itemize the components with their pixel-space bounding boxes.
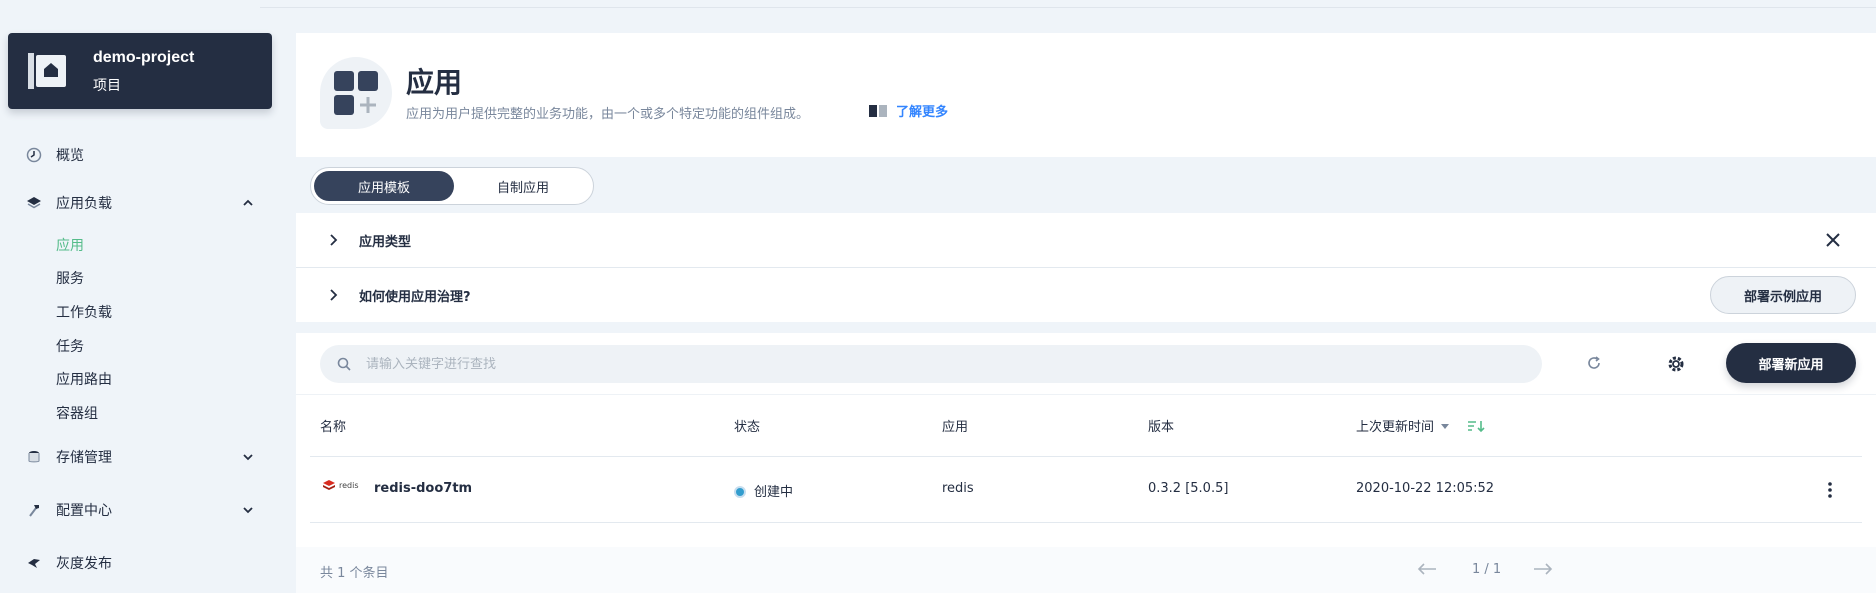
sidebar-item-label: 灰度发布	[56, 556, 112, 572]
column-header-label: 上次更新时间	[1356, 420, 1435, 435]
tab-group: 应用模板 自制应用	[310, 167, 594, 205]
bird-icon	[24, 553, 44, 573]
sidebar-item-workloads[interactable]: 应用负载	[24, 191, 256, 215]
sidebar-item-label: 应用负载	[56, 196, 112, 212]
sidebar-item-label: 配置中心	[56, 503, 112, 519]
chevron-up-icon[interactable]	[240, 195, 256, 211]
sidebar-sub-jobs[interactable]: 任务	[56, 336, 84, 356]
sidebar-item-gray-release[interactable]: 灰度发布	[24, 551, 256, 575]
chevron-down-icon[interactable]	[240, 502, 256, 518]
column-header-app[interactable]: 应用	[942, 416, 968, 435]
caret-down-icon	[1441, 423, 1450, 429]
chevron-right-icon	[330, 234, 338, 246]
app-name-link[interactable]: redis-doo7tm	[374, 481, 472, 496]
search-icon	[337, 357, 351, 371]
sort-descending-icon[interactable]	[1466, 418, 1486, 434]
database-icon	[24, 447, 44, 467]
book-icon	[869, 104, 887, 117]
sidebar-item-overview[interactable]: 概览	[24, 143, 256, 167]
collapse-label: 应用类型	[359, 235, 412, 250]
tab-custom-apps[interactable]: 自制应用	[454, 171, 592, 201]
overview-icon	[24, 145, 44, 165]
project-subtitle: 项目	[93, 77, 121, 93]
search-box[interactable]	[320, 345, 1542, 383]
close-icon[interactable]	[1824, 231, 1842, 249]
redis-logo-text: redis	[339, 480, 359, 490]
redis-icon	[323, 480, 335, 490]
layers-icon	[24, 193, 44, 213]
list-toolbar: 部署新应用	[296, 333, 1876, 395]
tab-app-templates[interactable]: 应用模板	[314, 171, 454, 201]
status-cell: 创建中	[734, 481, 793, 500]
deploy-new-app-button[interactable]: 部署新应用	[1726, 343, 1856, 383]
app-list-panel: 部署新应用 名称 状态 应用 版本 上次更新时间 redis redis-doo…	[296, 333, 1876, 593]
page-banner: 应用 应用为用户提供完整的业务功能，由一个或多个特定功能的组件组成。 了解更多	[296, 33, 1876, 157]
sidebar-sub-workloads[interactable]: 工作负载	[56, 302, 112, 322]
deploy-sample-app-button[interactable]: 部署示例应用	[1710, 276, 1856, 314]
column-header-updated[interactable]: 上次更新时间	[1356, 416, 1486, 435]
sidebar-sub-pods[interactable]: 容器组	[56, 403, 98, 423]
page-indicator: 1 / 1	[1472, 562, 1502, 577]
sidebar-item-config[interactable]: 配置中心	[24, 498, 256, 522]
search-input[interactable]	[366, 356, 1466, 372]
updated-cell: 2020-10-22 12:05:52	[1356, 481, 1495, 496]
more-vertical-icon[interactable]	[1822, 481, 1838, 499]
refresh-icon[interactable]	[1585, 354, 1603, 372]
redis-logo: redis	[322, 479, 359, 491]
total-count: 共 1 个条目	[320, 566, 389, 581]
learn-more-link[interactable]: 了解更多	[868, 101, 948, 120]
arrow-right-icon[interactable]	[1532, 561, 1554, 577]
table-row[interactable]: redis redis-doo7tm 创建中 redis 0.3.2 [5.0.…	[310, 457, 1862, 523]
status-text: 创建中	[754, 485, 794, 500]
collapse-how-to[interactable]: 如何使用应用治理? 部署示例应用	[296, 268, 1876, 322]
collapse-label: 如何使用应用治理?	[359, 290, 471, 305]
page-description: 应用为用户提供完整的业务功能，由一个或多个特定功能的组件组成。	[406, 107, 810, 122]
page-title: 应用	[406, 66, 463, 99]
sidebar-sub-apps[interactable]: 应用	[56, 235, 84, 255]
gear-icon[interactable]	[1666, 354, 1686, 374]
app-banner-icon	[320, 57, 392, 129]
column-header-status[interactable]: 状态	[734, 416, 760, 435]
sidebar-item-storage[interactable]: 存储管理	[24, 445, 256, 469]
table-header: 名称 状态 应用 版本 上次更新时间	[310, 395, 1862, 457]
collapse-app-types[interactable]: 应用类型	[296, 213, 1876, 267]
sidebar-item-label: 概览	[56, 148, 84, 164]
column-header-version[interactable]: 版本	[1148, 416, 1174, 435]
project-icon	[28, 53, 66, 89]
arrow-left-icon[interactable]	[1416, 561, 1438, 577]
learn-more-label: 了解更多	[896, 105, 949, 120]
sidebar-sub-routes[interactable]: 应用路由	[56, 369, 112, 389]
sidebar-sub-services[interactable]: 服务	[56, 268, 84, 288]
hammer-icon	[24, 500, 44, 520]
column-header-name[interactable]: 名称	[320, 416, 346, 435]
app-cell: redis	[942, 481, 974, 496]
project-name: demo-project	[93, 49, 195, 66]
project-card[interactable]: demo-project 项目	[8, 33, 272, 109]
chevron-down-icon[interactable]	[240, 449, 256, 465]
chevron-right-icon	[330, 289, 338, 301]
status-dot-icon	[734, 486, 746, 498]
top-divider	[260, 7, 1876, 8]
tabs-bar: 应用模板 自制应用	[296, 157, 1876, 213]
table-footer: 共 1 个条目 1 / 1	[296, 547, 1876, 593]
sidebar-item-label: 存储管理	[56, 450, 112, 466]
sidebar: demo-project 项目 概览 应用负载 应用 服务 工作负载 任务 应用…	[0, 0, 280, 593]
version-cell: 0.3.2 [5.0.5]	[1148, 481, 1229, 496]
